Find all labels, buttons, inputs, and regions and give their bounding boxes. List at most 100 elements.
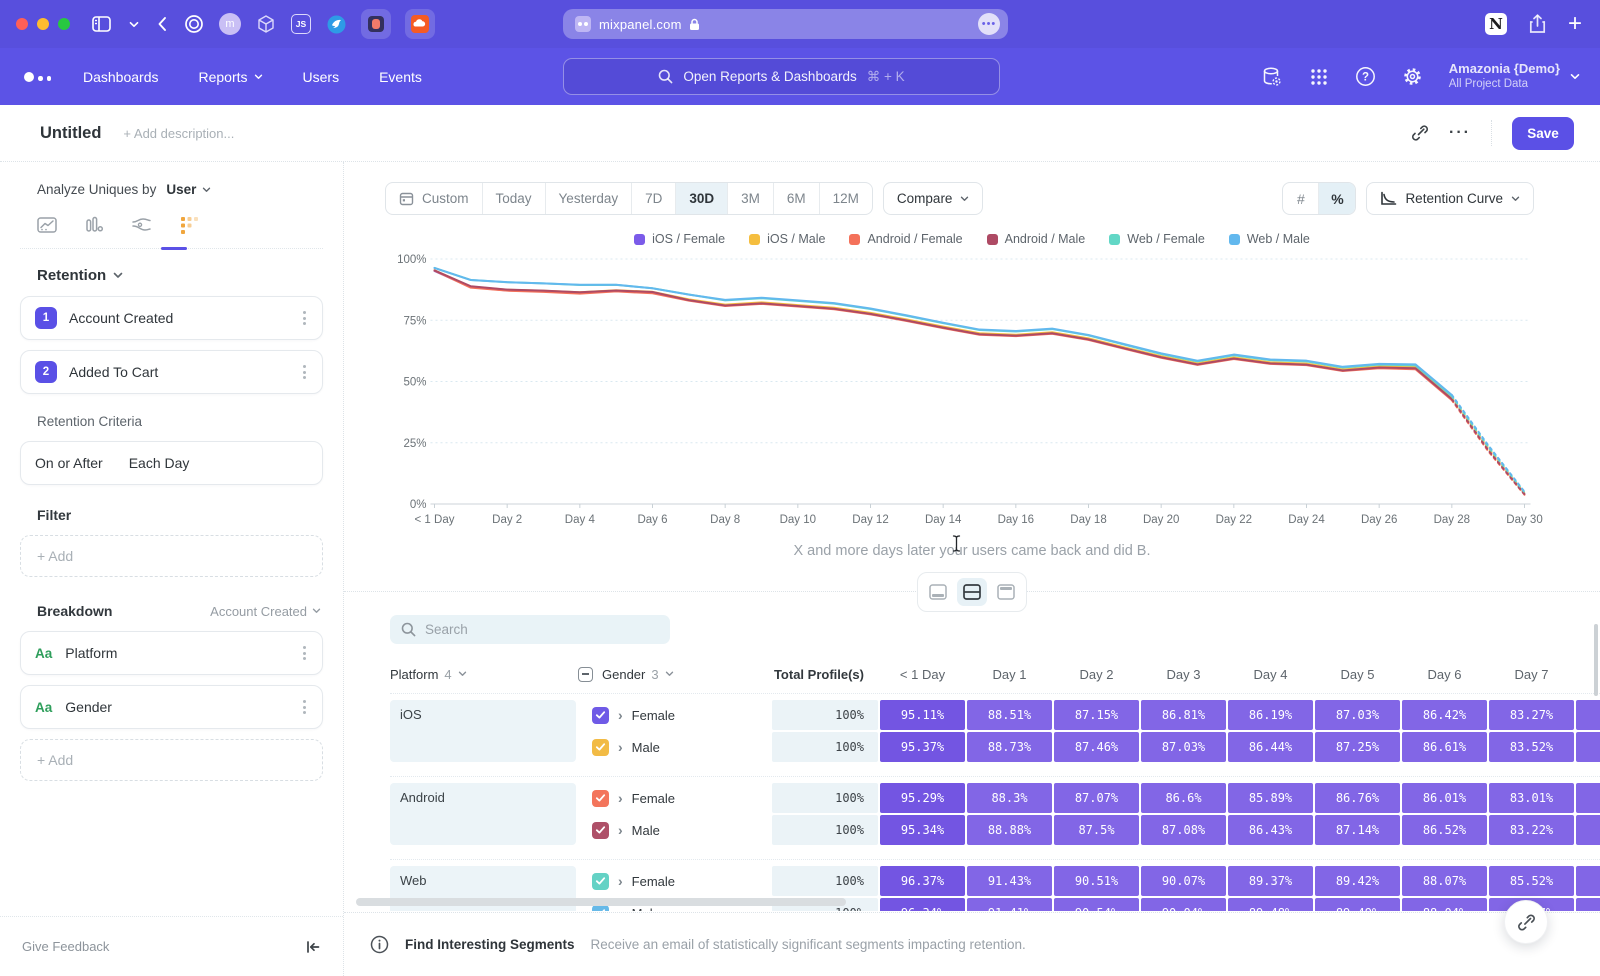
- criteria-mode[interactable]: On or After: [35, 455, 103, 471]
- retention-cell[interactable]: 86.61%: [1402, 732, 1487, 762]
- total-column-header[interactable]: Total Profile(s): [772, 667, 878, 682]
- retention-cell[interactable]: 87.08%: [1141, 815, 1226, 845]
- retention-cell[interactable]: 85.89%: [1228, 783, 1313, 813]
- report-description-placeholder[interactable]: + Add description...: [123, 126, 234, 141]
- tab-retention[interactable]: [179, 215, 199, 235]
- nav-item-users[interactable]: Users: [303, 69, 340, 85]
- retention-cell[interactable]: 87.15%: [1054, 700, 1139, 730]
- copy-link-icon[interactable]: [1411, 124, 1429, 142]
- retention-cell[interactable]: 90.07%: [1141, 866, 1226, 896]
- count-toggle[interactable]: #: [1283, 183, 1319, 214]
- range-6m[interactable]: 6M: [774, 183, 820, 214]
- retention-cell[interactable]: 86.43%: [1228, 815, 1313, 845]
- retention-cell[interactable]: 86.81%: [1141, 700, 1226, 730]
- retention-cell[interactable]: 91.43%: [967, 866, 1052, 896]
- retention-cell[interactable]: 83.01%: [1489, 783, 1574, 813]
- retention-cell[interactable]: 87.03%: [1315, 700, 1400, 730]
- analyze-entity-selector[interactable]: User: [166, 182, 196, 197]
- table-search-input[interactable]: Search: [390, 615, 670, 644]
- account-switcher[interactable]: Amazonia {Demo}All Project Data: [1449, 61, 1580, 92]
- retention-cell[interactable]: 88.04%: [1402, 898, 1487, 911]
- back-icon[interactable]: [157, 16, 167, 32]
- more-options-icon[interactable]: [299, 696, 310, 718]
- expand-row-icon[interactable]: ›: [618, 708, 623, 722]
- day-column-header[interactable]: Day 5: [1315, 667, 1400, 682]
- expand-row-icon[interactable]: ›: [618, 874, 623, 888]
- retention-cell[interactable]: 86.01%: [1402, 783, 1487, 813]
- range-yesterday[interactable]: Yesterday: [546, 183, 633, 214]
- more-options-icon[interactable]: [299, 307, 310, 329]
- more-options-icon[interactable]: [299, 361, 310, 383]
- day-column-header[interactable]: Day 1: [967, 667, 1052, 682]
- retention-cell[interactable]: 88.51%: [967, 700, 1052, 730]
- day-column-header[interactable]: < 1 Day: [880, 667, 965, 682]
- retention-cell[interactable]: 87.03%: [1141, 732, 1226, 762]
- tab-funnels[interactable]: [84, 215, 104, 235]
- bird-icon[interactable]: [325, 13, 347, 35]
- table-row[interactable]: ›Female: [578, 700, 770, 730]
- legend-item[interactable]: Web / Female: [1109, 232, 1205, 246]
- legend-item[interactable]: iOS / Male: [749, 232, 825, 246]
- retention-cell[interactable]: 81.2%: [1576, 700, 1600, 730]
- target-icon[interactable]: [183, 13, 205, 35]
- layout-chart-only-button[interactable]: [923, 578, 953, 606]
- table-row[interactable]: ›Male: [578, 815, 770, 845]
- tab-flows[interactable]: [131, 215, 152, 235]
- breakdown-item[interactable]: AaGender: [20, 685, 323, 729]
- retention-cell[interactable]: 81.0%: [1576, 815, 1600, 845]
- legend-item[interactable]: Android / Male: [987, 232, 1086, 246]
- global-search[interactable]: Open Reports & Dashboards ⌘ + K: [563, 58, 1000, 95]
- nav-item-events[interactable]: Events: [379, 69, 422, 85]
- retention-cell[interactable]: 86.52%: [1402, 815, 1487, 845]
- url-more-button[interactable]: •••: [978, 13, 1000, 35]
- share-link-floating-button[interactable]: [1504, 900, 1548, 944]
- segments-title[interactable]: Find Interesting Segments: [405, 937, 575, 952]
- report-title[interactable]: Untitled: [40, 124, 101, 143]
- row-checkbox[interactable]: [592, 822, 609, 839]
- new-tab-icon[interactable]: +: [1568, 12, 1582, 36]
- retention-cell[interactable]: 95.29%: [880, 783, 965, 813]
- expand-row-icon[interactable]: ›: [618, 740, 623, 754]
- nav-item-reports[interactable]: Reports: [199, 69, 263, 85]
- table-row[interactable]: ›Female: [578, 866, 770, 896]
- table-row[interactable]: ›Female: [578, 783, 770, 813]
- breakdown-item[interactable]: AaPlatform: [20, 631, 323, 675]
- horizontal-scrollbar[interactable]: [356, 898, 846, 906]
- retention-cell[interactable]: 80.8%: [1576, 783, 1600, 813]
- expand-row-icon[interactable]: ›: [618, 791, 623, 805]
- retention-cell[interactable]: 83.22%: [1489, 815, 1574, 845]
- breakdown-scope-selector[interactable]: Account Created: [210, 604, 323, 619]
- retention-cell[interactable]: 88.88%: [967, 815, 1052, 845]
- retention-cell[interactable]: 95.34%: [880, 815, 965, 845]
- retention-cell[interactable]: 89.48%: [1228, 898, 1313, 911]
- retention-cell[interactable]: 83.1%: [1576, 866, 1600, 896]
- retention-cell[interactable]: 86.44%: [1228, 732, 1313, 762]
- retention-line-chart[interactable]: 0%25%50%75%100%< 1 DayDay 2Day 4Day 6Day…: [390, 251, 1545, 533]
- compare-button[interactable]: Compare: [883, 182, 984, 215]
- notion-icon[interactable]: N: [1485, 13, 1507, 35]
- zoom-window-button[interactable]: [58, 18, 70, 30]
- chevron-down-icon[interactable]: [129, 21, 139, 28]
- retention-cell[interactable]: 86.42%: [1402, 700, 1487, 730]
- range-3m[interactable]: 3M: [728, 183, 774, 214]
- retention-cell[interactable]: 88.73%: [967, 732, 1052, 762]
- platform-cell[interactable]: Android: [390, 783, 576, 845]
- day-column-header[interactable]: Day 6: [1402, 667, 1487, 682]
- play-icon[interactable]: [361, 9, 391, 39]
- retention-cell[interactable]: 83.3%: [1576, 898, 1600, 911]
- apps-grid-icon[interactable]: [1309, 67, 1329, 87]
- layout-table-only-button[interactable]: [991, 578, 1021, 606]
- vertical-scrollbar[interactable]: [1594, 624, 1598, 696]
- range-30d[interactable]: 30D: [676, 183, 728, 214]
- retention-cell[interactable]: 86.76%: [1315, 783, 1400, 813]
- percent-toggle[interactable]: %: [1319, 183, 1355, 214]
- retention-cell[interactable]: 87.07%: [1054, 783, 1139, 813]
- data-management-icon[interactable]: [1261, 66, 1283, 88]
- address-bar[interactable]: mixpanel.com •••: [563, 9, 1008, 39]
- retention-cell[interactable]: 90.54%: [1054, 898, 1139, 911]
- legend-item[interactable]: iOS / Female: [634, 232, 725, 246]
- retention-cell[interactable]: 88.07%: [1402, 866, 1487, 896]
- tab-insights[interactable]: [37, 215, 57, 235]
- day-column-header[interactable]: Day 7: [1489, 667, 1574, 682]
- retention-cell[interactable]: 91.41%: [967, 898, 1052, 911]
